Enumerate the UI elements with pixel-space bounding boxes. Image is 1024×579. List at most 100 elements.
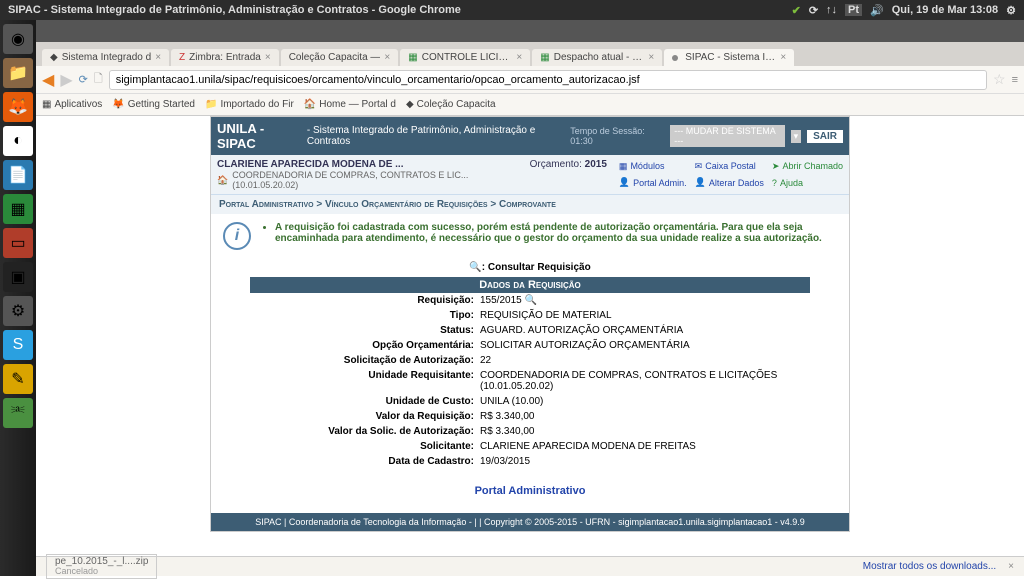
close-icon[interactable]: × bbox=[384, 52, 390, 63]
field-label: Unidade de Custo: bbox=[250, 396, 480, 407]
apps-icon[interactable]: ▦ Aplicativos bbox=[42, 99, 102, 110]
info-icon: i bbox=[223, 222, 251, 250]
field-label: Solicitação de Autorização: bbox=[250, 355, 480, 366]
show-all-downloads[interactable]: Mostrar todos os downloads... bbox=[863, 561, 996, 572]
tab-favicon bbox=[672, 55, 678, 61]
chrome-titlebar bbox=[36, 20, 1024, 42]
field-value: CLARIENE APARECIDA MODENA DE FREITAS bbox=[480, 441, 810, 452]
field-value: 155/2015 🔍 bbox=[480, 295, 810, 306]
tab-6[interactable]: SIPAC - Sistema Inte× bbox=[664, 49, 794, 66]
download-item[interactable]: pe_10.2015_-_l....zip Cancelado bbox=[46, 554, 157, 579]
field-value: UNILA (10.00) bbox=[480, 396, 810, 407]
impress-icon[interactable]: ▭ bbox=[3, 228, 33, 258]
bookmarks-bar: ▦ Aplicativos 🦊 Getting Started 📁 Import… bbox=[36, 94, 1024, 116]
requisition-data: Dados da Requisição Requisição:155/2015 … bbox=[250, 277, 810, 469]
data-row: Tipo:REQUISIÇÃO DE MATERIAL bbox=[250, 308, 810, 323]
close-icon[interactable]: × bbox=[516, 52, 522, 63]
bookmark-link[interactable]: 📁 Importado do Fir bbox=[205, 99, 294, 110]
data-row: Unidade Requisitante:COORDENADORIA DE CO… bbox=[250, 368, 810, 394]
network-icon: ↑↓ bbox=[826, 4, 837, 16]
system-select[interactable]: --- MUDAR DE SISTEMA --- bbox=[670, 125, 784, 147]
logout-button[interactable]: SAIR bbox=[807, 130, 843, 143]
sipac-app: UNILA - SIPAC - Sistema Integrado de Pat… bbox=[210, 116, 850, 532]
menu-ajuda[interactable]: ? Ajuda bbox=[772, 176, 843, 191]
os-titlebar: SIPAC - Sistema Integrado de Patrimônio,… bbox=[0, 0, 1024, 20]
clock: Qui, 19 de Mar 13:08 bbox=[892, 4, 998, 16]
menu-modulos[interactable]: ▦ Módulos bbox=[619, 159, 687, 174]
magnifier-icon: 🔍 bbox=[469, 262, 481, 273]
bookmark-link[interactable]: 🦊 Getting Started bbox=[112, 99, 195, 110]
settings-icon[interactable]: ⚙ bbox=[3, 296, 33, 326]
field-value: SOLICITAR AUTORIZAÇÃO ORÇAMENTÁRIA bbox=[480, 340, 810, 351]
chrome-icon[interactable]: ◐ bbox=[3, 126, 33, 156]
terminal-icon[interactable]: ▣ bbox=[3, 262, 33, 292]
field-label: Valor da Requisição: bbox=[250, 411, 480, 422]
dash-icon[interactable]: ◉ bbox=[3, 24, 33, 54]
menu-caixa[interactable]: ✉ Caixa Postal bbox=[695, 159, 764, 174]
close-icon[interactable]: × bbox=[648, 52, 654, 63]
firefox-icon[interactable]: 🦊 bbox=[3, 92, 33, 122]
quick-menu: ▦ Módulos ✉ Caixa Postal ➤ Abrir Chamado… bbox=[619, 159, 843, 190]
close-icon[interactable]: × bbox=[155, 52, 161, 63]
bookmark-star-icon[interactable]: ☆ bbox=[993, 71, 1006, 88]
magnifier-icon[interactable]: 🔍 bbox=[522, 295, 537, 306]
field-label: Status: bbox=[250, 325, 480, 336]
writer-icon[interactable]: 📄 bbox=[3, 160, 33, 190]
menu-icon[interactable]: ≡ bbox=[1012, 74, 1018, 86]
close-icon[interactable]: × bbox=[1008, 561, 1014, 572]
menu-alterar[interactable]: 👤 Alterar Dados bbox=[695, 176, 764, 191]
calc-icon[interactable]: ▦ bbox=[3, 194, 33, 224]
tab-strip: ◆Sistema Integrado d× ZZimbra: Entrada× … bbox=[36, 42, 1024, 66]
section-header: Dados da Requisição bbox=[250, 277, 810, 293]
field-value: AGUARD. AUTORIZAÇÃO ORÇAMENTÁRIA bbox=[480, 325, 810, 336]
dropdown-icon[interactable]: ▾ bbox=[791, 130, 802, 143]
files-icon[interactable]: 📁 bbox=[3, 58, 33, 88]
menu-portal[interactable]: 👤 Portal Admin. bbox=[619, 176, 687, 191]
user-bar: CLARIENE APARECIDA MODENA DE ... 🏠COORDE… bbox=[211, 155, 849, 194]
skype-icon[interactable]: S bbox=[3, 330, 33, 360]
field-label: Valor da Solic. de Autorização: bbox=[250, 426, 480, 437]
gear-icon[interactable]: ⚙ bbox=[1006, 4, 1016, 17]
tab-3[interactable]: Coleção Capacita —× bbox=[281, 49, 399, 66]
data-row: Solicitante:CLARIENE APARECIDA MODENA DE… bbox=[250, 439, 810, 454]
tab-5[interactable]: ▦Despacho atual - Pla× bbox=[532, 49, 662, 66]
bookmark-link[interactable]: 🏠 Home — Portal d bbox=[304, 99, 396, 110]
data-row: Data de Cadastro:19/03/2015 bbox=[250, 454, 810, 469]
tab-2[interactable]: ZZimbra: Entrada× bbox=[171, 49, 279, 66]
menu-chamado[interactable]: ➤ Abrir Chamado bbox=[772, 159, 843, 174]
close-icon[interactable]: × bbox=[780, 52, 786, 63]
browser-window: ◆Sistema Integrado d× ZZimbra: Entrada× … bbox=[36, 42, 1024, 556]
field-label: Tipo: bbox=[250, 310, 480, 321]
breadcrumb[interactable]: Portal Administrativo > Vínculo Orçament… bbox=[211, 194, 849, 214]
lang-indicator[interactable]: Pt bbox=[845, 4, 862, 16]
tab-favicon: ▦ bbox=[540, 52, 549, 63]
field-value: REQUISIÇÃO DE MATERIAL bbox=[480, 310, 810, 321]
url-input[interactable] bbox=[109, 70, 987, 90]
field-label: Unidade Requisitante: bbox=[250, 370, 480, 392]
field-value: 19/03/2015 bbox=[480, 456, 810, 467]
data-row: Status:AGUARD. AUTORIZAÇÃO ORÇAMENTÁRIA bbox=[250, 323, 810, 338]
reload-icon[interactable]: ⟳ bbox=[79, 73, 88, 86]
draw-icon[interactable]: ✎ bbox=[3, 364, 33, 394]
page-content: UNILA - SIPAC - Sistema Integrado de Pat… bbox=[36, 116, 1024, 556]
tab-1[interactable]: ◆Sistema Integrado d× bbox=[42, 49, 169, 66]
data-row: Valor da Solic. de Autorização:R$ 3.340,… bbox=[250, 424, 810, 439]
data-row: Unidade de Custo:UNILA (10.00) bbox=[250, 394, 810, 409]
address-bar: ◀ ▶ ⟳ 🗋 ☆ ≡ bbox=[36, 66, 1024, 94]
app-footer: SIPAC | Coordenadoria de Tecnologia da I… bbox=[211, 513, 849, 531]
os-indicators: ✔ ⟳ ↑↓ Pt 🔊 Qui, 19 de Mar 13:08 ⚙ bbox=[792, 4, 1016, 17]
field-label: Solicitante: bbox=[250, 441, 480, 452]
consult-legend: 🔍: Consultar Requisição bbox=[211, 258, 849, 277]
field-value: R$ 3.340,00 bbox=[480, 411, 810, 422]
back-icon[interactable]: ◀ bbox=[42, 70, 54, 90]
window-title: SIPAC - Sistema Integrado de Patrimônio,… bbox=[8, 4, 461, 16]
data-row: Valor da Requisição:R$ 3.340,00 bbox=[250, 409, 810, 424]
downloads-bar: pe_10.2015_-_l....zip Cancelado Mostrar … bbox=[36, 556, 1024, 576]
portal-admin-link[interactable]: Portal Administrativo bbox=[475, 485, 586, 497]
app-header: UNILA - SIPAC - Sistema Integrado de Pat… bbox=[211, 117, 849, 155]
bookmark-link[interactable]: ◆ Coleção Capacita bbox=[406, 99, 496, 110]
app-icon[interactable]: ⎃ bbox=[3, 398, 33, 428]
tab-4[interactable]: ▦CONTROLE LICITAÇ× bbox=[400, 49, 530, 66]
close-icon[interactable]: × bbox=[265, 52, 271, 63]
sound-icon[interactable]: 🔊 bbox=[870, 4, 884, 17]
